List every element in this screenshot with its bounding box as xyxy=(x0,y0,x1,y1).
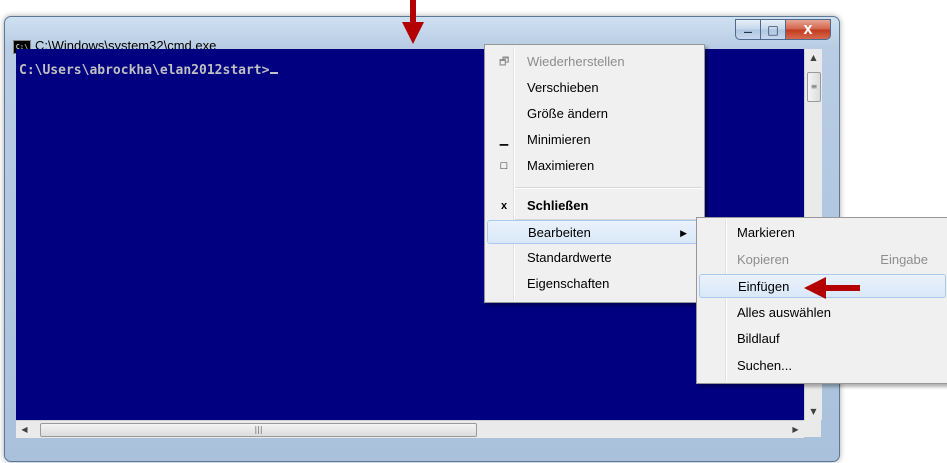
menu-item-label: Minimieren xyxy=(527,132,591,147)
system-menu-item[interactable]: □ Maximieren xyxy=(487,154,702,178)
menu-item-label: Bearbeiten xyxy=(528,225,591,240)
system-menu-item[interactable]: ▁ Minimieren xyxy=(487,128,702,152)
system-menu-item[interactable]: x Schließen xyxy=(487,194,702,218)
menu-item-label: Maximieren xyxy=(527,158,595,173)
annotation-arrow-down-icon xyxy=(402,0,424,44)
edit-submenu-item[interactable]: Markieren xyxy=(699,221,946,245)
horizontal-scroll-thumb[interactable]: ||| xyxy=(40,423,477,437)
console-prompt: C:\Users\abrockha\elan2012start> xyxy=(19,63,279,78)
scroll-up-arrow-icon[interactable]: ▲ xyxy=(805,49,822,66)
edit-submenu-item[interactable]: Bildlauf xyxy=(699,327,946,351)
submenu-arrow-icon: ▶ xyxy=(680,228,687,238)
scroll-right-arrow-icon[interactable]: ▶ xyxy=(787,421,804,438)
menu-item-label: Größe ändern xyxy=(527,106,608,121)
edit-submenu-item[interactable]: Alles auswählen xyxy=(699,301,946,325)
menu-item-label: Kopieren xyxy=(737,251,790,267)
menu-item-label: Schließen xyxy=(527,198,589,213)
scroll-down-arrow-icon[interactable]: ▼ xyxy=(805,403,822,420)
close-icon: x xyxy=(500,200,508,212)
menu-item-label: Bildlauf xyxy=(737,331,780,346)
menu-item-label: Standardwerte xyxy=(527,250,612,265)
scroll-left-arrow-icon[interactable]: ◀ xyxy=(16,421,33,438)
maximize-button[interactable]: □ xyxy=(761,19,786,40)
menu-item-shortcut: Eingabe xyxy=(880,251,928,267)
close-icon: X xyxy=(803,22,813,37)
menu-item-label: Markieren xyxy=(737,225,795,240)
menu-item-label: Alles auswählen xyxy=(737,304,831,320)
menu-separator xyxy=(515,187,702,189)
edit-submenu-item[interactable]: Kopieren Eingabe xyxy=(699,248,946,272)
system-menu-item[interactable]: Standardwerte xyxy=(487,246,702,270)
minimize-button[interactable]: — xyxy=(735,19,761,40)
menu-item-label: Eigenschaften xyxy=(527,276,610,291)
maximize-icon: □ xyxy=(500,160,508,172)
vertical-scroll-thumb[interactable]: ≡ xyxy=(807,72,821,102)
close-button[interactable]: X xyxy=(786,19,831,40)
annotation-arrow-left-icon xyxy=(804,277,860,299)
resize-grip-icon[interactable] xyxy=(804,420,821,437)
minimize-icon: ▁ xyxy=(499,134,509,146)
maximize-icon: □ xyxy=(767,22,779,37)
menu-item-label: Einfügen xyxy=(738,279,790,294)
edit-submenu-item[interactable]: Suchen... xyxy=(699,354,946,378)
horizontal-scrollbar[interactable]: ◀ ||| ▶ xyxy=(16,420,804,438)
system-menu: 🗗 Wiederherstellen Verschieben Größe ändern… xyxy=(484,44,705,303)
text-cursor xyxy=(270,72,279,74)
system-menu-item[interactable]: Verschieben xyxy=(487,76,702,100)
system-menu-item[interactable]: 🗗 Wiederherstellen xyxy=(487,50,702,74)
menu-item-label: Suchen... xyxy=(737,357,792,373)
window-controls: — □ X xyxy=(735,19,831,40)
edit-submenu: Markieren Kopieren Eingabe Einfügen Alles au… xyxy=(696,217,947,384)
system-menu-item[interactable]: Bearbeiten ▶ xyxy=(487,220,702,244)
menu-item-label: Wiederherstellen xyxy=(527,54,625,69)
prompt-text: C:\Users\abrockha\elan2012start> xyxy=(19,63,270,78)
system-menu-item[interactable]: Größe ändern xyxy=(487,102,702,126)
system-menu-item[interactable]: Eigenschaften xyxy=(487,272,702,296)
menu-item-label: Verschieben xyxy=(527,80,599,95)
restore-icon: 🗗 xyxy=(499,56,510,68)
minimize-icon: — xyxy=(743,27,753,38)
